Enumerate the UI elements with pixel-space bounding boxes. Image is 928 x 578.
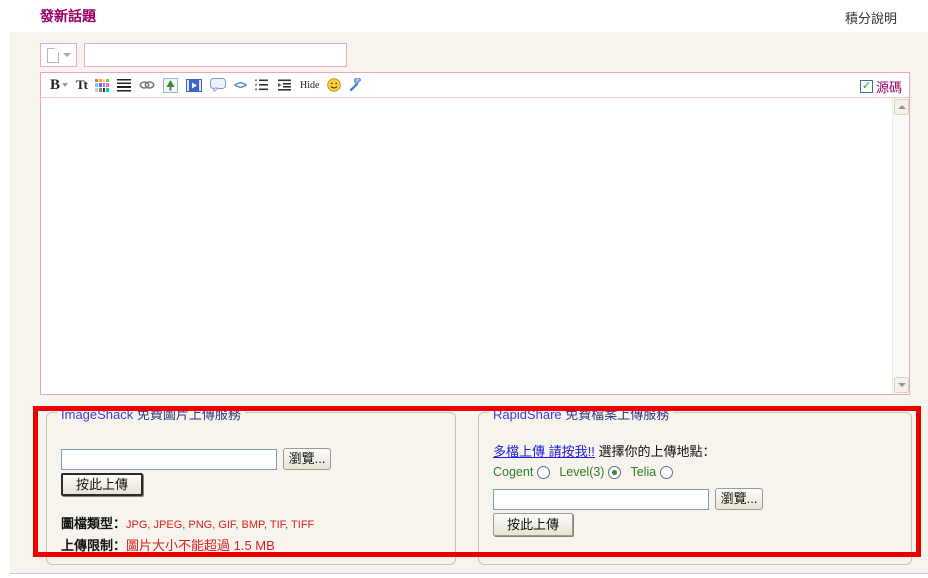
checkbox-checked-icon[interactable]: ✓ xyxy=(860,80,873,93)
mirror-option-level3[interactable]: Level(3) xyxy=(559,465,621,479)
ordered-list-icon xyxy=(254,78,269,92)
ordered-list-button[interactable] xyxy=(254,76,269,94)
mirror-option-cogent[interactable]: Cogent xyxy=(493,465,550,479)
radio-button[interactable] xyxy=(660,466,673,479)
page-title: 發新話題 xyxy=(40,6,96,26)
align-button[interactable] xyxy=(117,76,131,94)
indent-icon xyxy=(277,78,292,92)
hide-tag-button[interactable]: Hide xyxy=(300,76,319,94)
mirror-option-telia[interactable]: Telia xyxy=(630,465,673,479)
code-button[interactable]: <> xyxy=(234,76,246,94)
chevron-up-icon xyxy=(898,105,906,109)
align-icon xyxy=(117,79,131,92)
link-icon xyxy=(139,79,155,91)
topic-title-input[interactable] xyxy=(84,43,347,67)
wrench-icon xyxy=(349,78,363,92)
rapidshare-upload-button[interactable]: 按此上傳 xyxy=(493,513,573,536)
color-palette-icon xyxy=(95,79,109,92)
rapidshare-section: RapidShare 免費檔案上傳服務 多檔上傳 請按我!! 選擇你的上傳地點：… xyxy=(478,412,912,565)
rich-text-editor: B Tt xyxy=(40,72,910,395)
smiley-icon xyxy=(327,78,341,92)
bold-button[interactable]: B xyxy=(50,76,68,94)
multiupload-line: 多檔上傳 請按我!! 選擇你的上傳地點： xyxy=(493,441,715,460)
color-palette-button[interactable] xyxy=(95,76,109,94)
multiupload-link[interactable]: 多檔上傳 請按我!! xyxy=(493,444,595,459)
page-icon xyxy=(47,48,59,63)
choose-location-label: 選擇你的上傳地點： xyxy=(598,444,715,459)
scroll-down-button[interactable] xyxy=(894,377,909,393)
chevron-down-icon xyxy=(898,383,906,387)
mirror-radio-group: Cogent Level(3) Telia xyxy=(493,465,682,479)
editor-scrollbar[interactable] xyxy=(892,98,909,394)
points-explanation-link[interactable]: 積分說明 xyxy=(845,8,897,27)
chevron-down-icon xyxy=(62,83,68,87)
imageshack-file-input[interactable] xyxy=(61,449,277,470)
scroll-up-button[interactable] xyxy=(894,99,909,115)
editor-textarea[interactable] xyxy=(41,98,892,394)
tools-button[interactable] xyxy=(349,76,363,94)
quote-button[interactable] xyxy=(210,76,226,94)
speech-bubble-icon xyxy=(210,78,226,92)
source-mode-label: 源碼 xyxy=(876,77,902,96)
post-new-topic-page: 發新話題 積分說明 B Tt xyxy=(0,0,928,578)
insert-image-button[interactable] xyxy=(163,76,178,94)
indent-button[interactable] xyxy=(277,76,292,94)
radio-button[interactable] xyxy=(608,466,621,479)
insert-video-button[interactable] xyxy=(186,76,202,94)
rapidshare-browse-button[interactable]: 瀏覽... xyxy=(715,488,763,510)
imageshack-browse-button[interactable]: 瀏覽... xyxy=(283,448,331,470)
rapidshare-file-input[interactable] xyxy=(493,489,709,510)
rapidshare-legend: RapidShare 免費檔案上傳服務 xyxy=(489,404,673,423)
smiley-button[interactable] xyxy=(327,76,341,94)
radio-button[interactable] xyxy=(537,466,550,479)
image-icon xyxy=(163,78,178,93)
imageshack-upload-button[interactable]: 按此上傳 xyxy=(61,473,143,496)
imageshack-section: ImageShack 免費圖片上傳服務 瀏覽... 按此上傳 圖檔類型：JPG,… xyxy=(46,412,456,565)
imageshack-legend: ImageShack 免費圖片上傳服務 xyxy=(57,404,245,423)
editor-toolbar: B Tt xyxy=(41,73,909,98)
topic-icon-dropdown[interactable] xyxy=(40,43,77,67)
upload-limit-line: 上傳限制：圖片大小不能超過 1.5 MB xyxy=(61,535,275,554)
link-button[interactable] xyxy=(139,76,155,94)
font-size-button[interactable]: Tt xyxy=(76,76,87,94)
source-mode-toggle[interactable]: ✓ 源碼 xyxy=(860,77,902,96)
chevron-down-icon xyxy=(63,53,71,57)
filetype-line: 圖檔類型：JPG, JPEG, PNG, GIF, BMP, TIF, TIFF xyxy=(61,513,314,532)
video-icon xyxy=(186,79,202,92)
